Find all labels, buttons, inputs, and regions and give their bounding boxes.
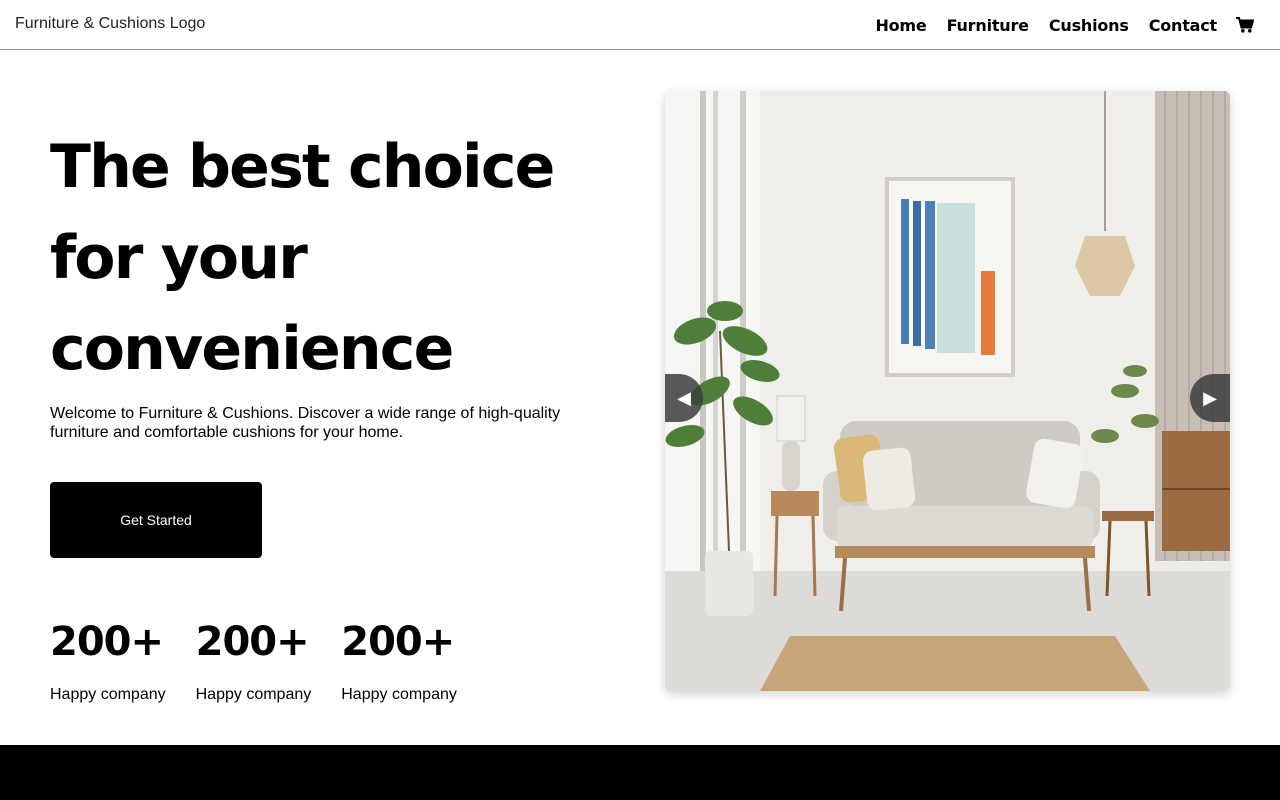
stat-value: 200+ bbox=[50, 619, 164, 665]
get-started-button[interactable]: Get Started bbox=[50, 482, 262, 558]
stat-value: 200+ bbox=[195, 619, 310, 665]
hero-description: Welcome to Furniture & Cushions. Discove… bbox=[50, 405, 561, 441]
stat-item: 200+ Happy company bbox=[341, 618, 457, 704]
logo-alt-text: Furniture & Cushions Logo bbox=[15, 15, 206, 32]
hero-title-line: The best choice bbox=[50, 132, 555, 202]
hero-image-carousel: ◀ ▶ bbox=[665, 91, 1230, 691]
footer-bar bbox=[0, 745, 1280, 800]
stat-item: 200+ Happy company bbox=[196, 618, 312, 704]
site-logo[interactable]: Furniture & Cushions Logo bbox=[15, 15, 205, 33]
main-nav: Home Furniture Cushions Contact bbox=[855, 0, 1280, 50]
hero-title-line: convenience bbox=[50, 314, 454, 384]
nav-furniture-link[interactable]: Furniture bbox=[947, 16, 1029, 35]
living-room-image bbox=[665, 91, 1230, 691]
stat-label: Happy company bbox=[50, 686, 166, 703]
stat-item: 200+ Happy company bbox=[50, 618, 166, 704]
hero-title-line: for your bbox=[50, 223, 308, 293]
carousel-next-button[interactable]: ▶ bbox=[1190, 374, 1230, 422]
stat-label: Happy company bbox=[195, 686, 312, 703]
nav-home-link[interactable]: Home bbox=[875, 16, 926, 35]
stats-row: 200+ Happy company 200+ Happy company 20… bbox=[50, 618, 487, 704]
site-header: Furniture & Cushions Logo Home Furniture… bbox=[0, 0, 1280, 50]
cart-icon[interactable] bbox=[1236, 17, 1255, 33]
stat-value: 200+ bbox=[341, 619, 455, 665]
hero-title: The best choice for your convenience bbox=[50, 122, 610, 395]
stat-label: Happy company bbox=[341, 686, 457, 703]
nav-contact-link[interactable]: Contact bbox=[1149, 16, 1218, 35]
nav-cushions-link[interactable]: Cushions bbox=[1049, 16, 1129, 35]
